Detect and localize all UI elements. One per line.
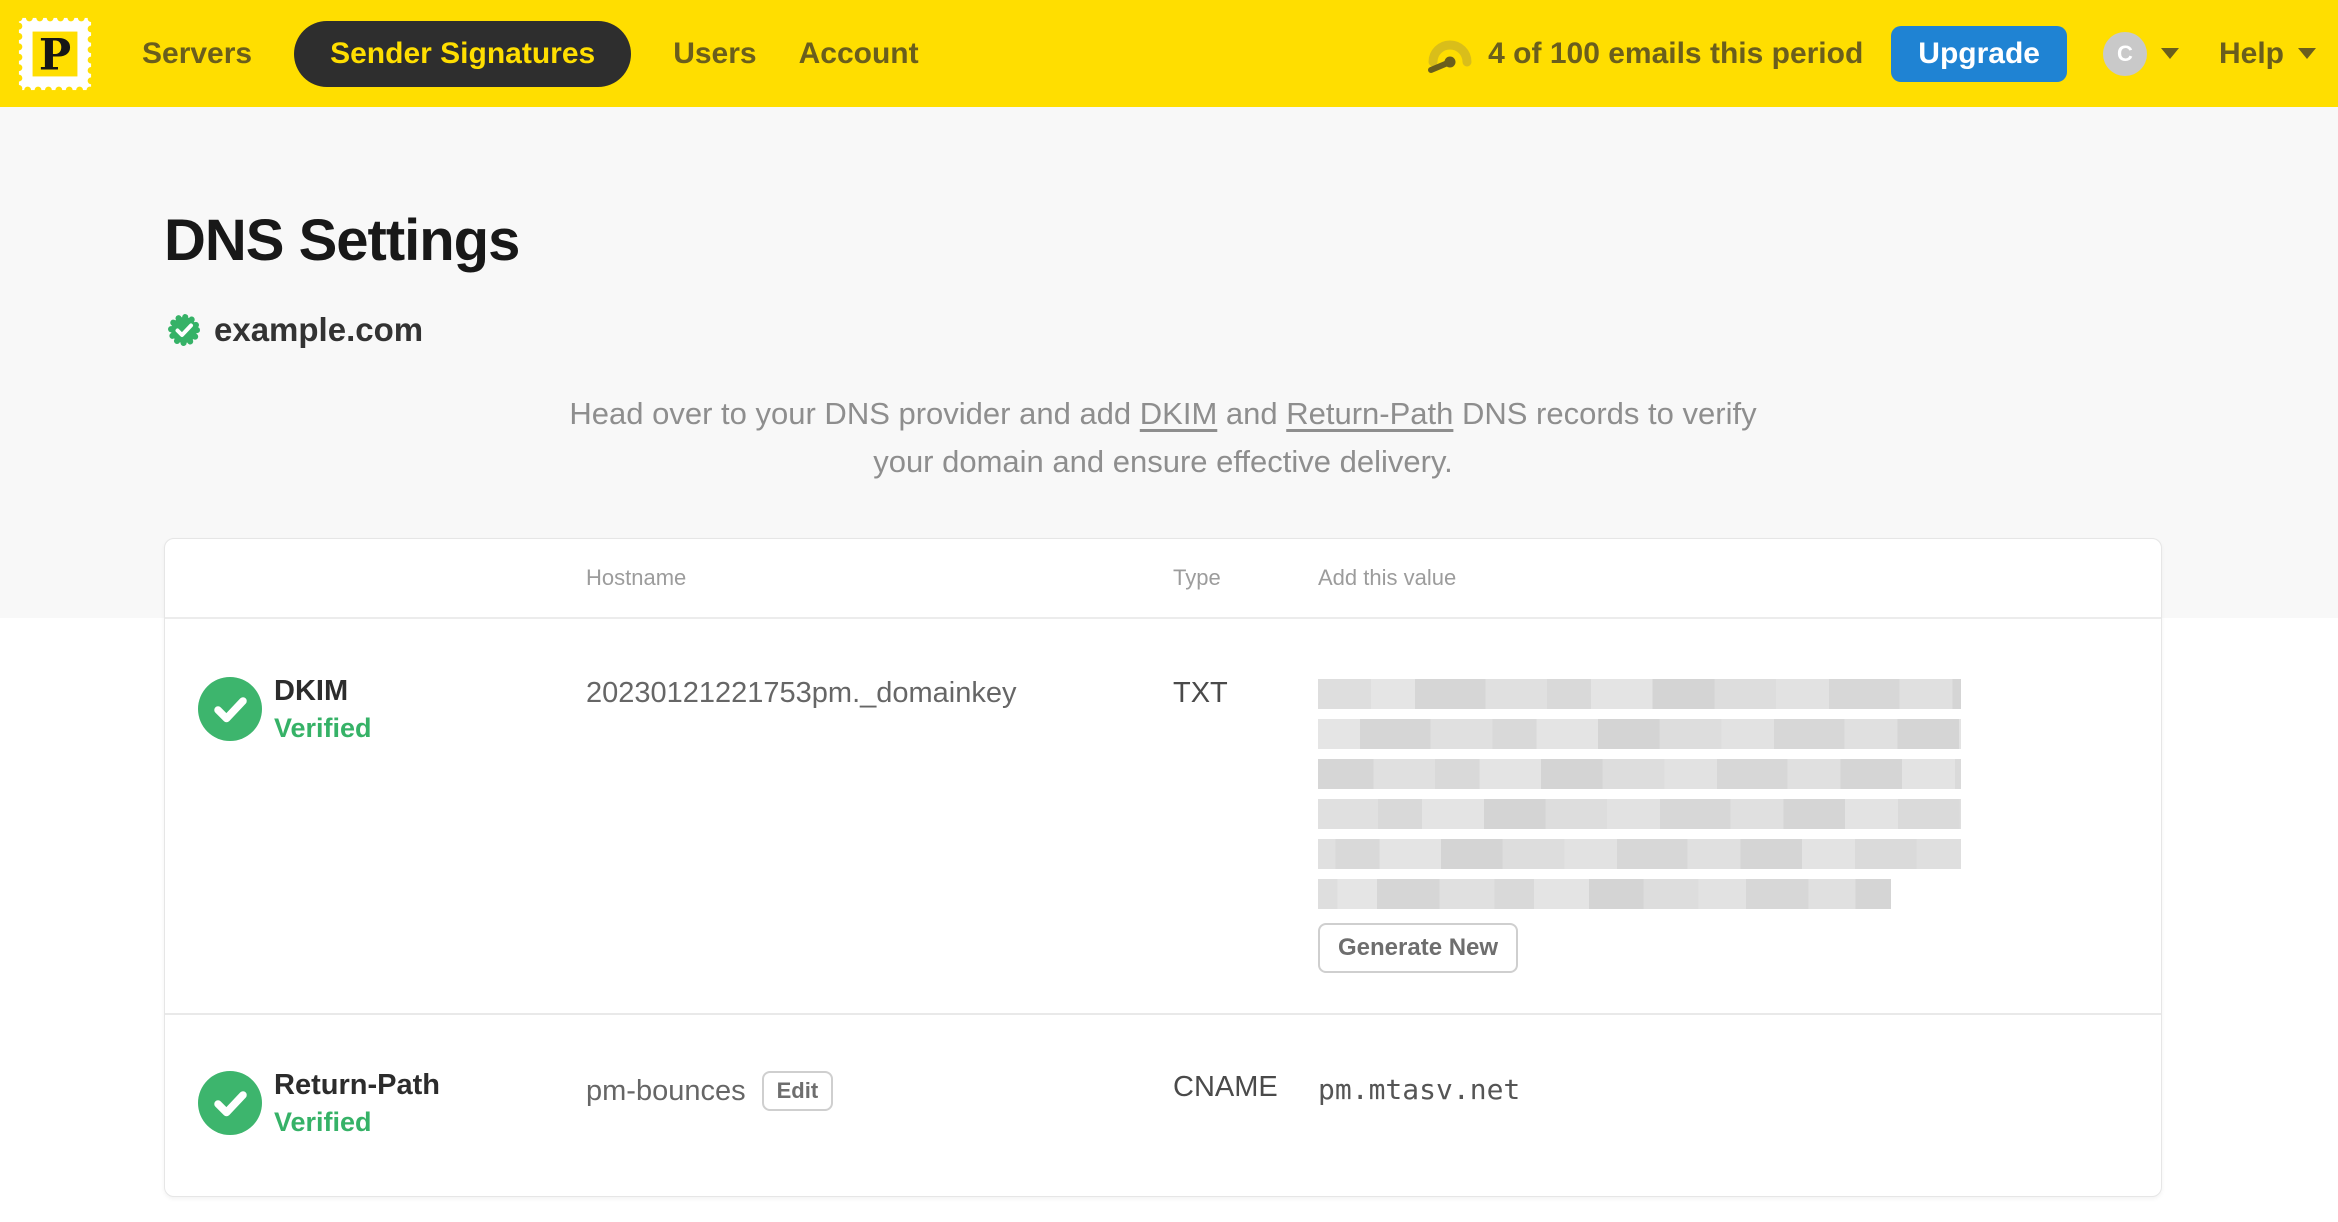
return-path-hostname: pm-bounces xyxy=(586,1074,746,1107)
header-type: Type xyxy=(1173,565,1221,590)
status-badge: Verified xyxy=(274,1107,372,1137)
dkim-value-cell: Generate New xyxy=(1318,675,2161,973)
help-label: Help xyxy=(2218,36,2284,70)
dkim-link[interactable]: DKIM xyxy=(1140,396,1218,431)
return-path-status-cell: Return-Path Verified xyxy=(165,1069,586,1138)
domain-name: example.com xyxy=(214,311,424,348)
dkim-status-cell: DKIM Verified xyxy=(165,675,586,973)
return-path-hostname-cell: pm-bounces Edit xyxy=(586,1069,1173,1138)
return-path-type: CNAME xyxy=(1173,1071,1278,1103)
intro-part2: and xyxy=(1217,396,1287,431)
table-row-dkim: DKIM Verified 20230121221753pm._domainke… xyxy=(165,619,2161,1013)
dns-records-card: Hostname Type Add this value DKIM Verifi… xyxy=(164,538,2162,1197)
check-circle-icon xyxy=(198,677,262,741)
dkim-status-stack: DKIM Verified xyxy=(274,675,372,744)
help-menu[interactable]: Help xyxy=(2219,37,2316,71)
return-path-value: pm.mtasv.net xyxy=(1318,1073,1521,1106)
top-nav: P Servers Sender Signatures Users Accoun… xyxy=(0,0,2338,107)
gauge-icon xyxy=(1428,40,1472,73)
redacted-value-line xyxy=(1318,679,1961,709)
edit-button[interactable]: Edit xyxy=(761,1071,834,1111)
dkim-hostname: 20230121221753pm._domainkey xyxy=(586,677,1017,709)
avatar: C xyxy=(2102,31,2147,76)
usage-link[interactable]: 4 of 100 emails this period xyxy=(1426,34,1863,74)
table-header-row: Hostname Type Add this value xyxy=(165,539,2161,619)
table-row-return-path: Return-Path Verified pm-bounces Edit CNA… xyxy=(165,1013,2161,1196)
return-path-link[interactable]: Return-Path xyxy=(1286,396,1453,431)
redacted-value-line xyxy=(1318,759,1961,789)
svg-text:P: P xyxy=(39,30,71,80)
record-name: DKIM xyxy=(274,675,349,707)
nav-items: Servers Sender Signatures Users Account xyxy=(142,20,961,87)
header-hostname: Hostname xyxy=(586,565,687,590)
main-content: DNS Settings example.com Head over to yo… xyxy=(0,107,2338,1222)
page-title: DNS Settings xyxy=(164,208,520,273)
usage-text: 4 of 100 emails this period xyxy=(1488,36,1864,70)
chevron-down-icon xyxy=(2298,48,2316,59)
record-name: Return-Path xyxy=(274,1069,440,1101)
verified-seal-icon xyxy=(168,314,200,346)
nav-item-users[interactable]: Users xyxy=(673,37,756,71)
check-circle-icon xyxy=(198,1071,262,1135)
return-path-status-stack: Return-Path Verified xyxy=(274,1069,440,1138)
redacted-value-line xyxy=(1318,719,1961,749)
redacted-value-line xyxy=(1318,839,1961,869)
intro-text: Head over to your DNS provider and add D… xyxy=(543,390,1783,486)
postmark-logo-icon[interactable]: P xyxy=(16,14,94,93)
chevron-down-icon xyxy=(2160,48,2179,59)
nav-item-sender-signatures[interactable]: Sender Signatures xyxy=(294,20,632,87)
status-badge: Verified xyxy=(274,713,372,743)
intro-part1: Head over to your DNS provider and add xyxy=(569,396,1140,431)
account-menu[interactable]: C xyxy=(2102,31,2179,76)
header-value: Add this value xyxy=(1318,565,1457,590)
generate-new-button[interactable]: Generate New xyxy=(1318,923,1519,973)
nav-item-account[interactable]: Account xyxy=(799,37,919,71)
dkim-type: TXT xyxy=(1173,677,1228,709)
nav-item-servers[interactable]: Servers xyxy=(142,37,252,71)
redacted-value-line xyxy=(1318,879,1891,909)
upgrade-button[interactable]: Upgrade xyxy=(1891,25,2067,82)
domain-row: example.com xyxy=(164,310,2162,350)
redacted-value-line xyxy=(1318,799,1961,829)
